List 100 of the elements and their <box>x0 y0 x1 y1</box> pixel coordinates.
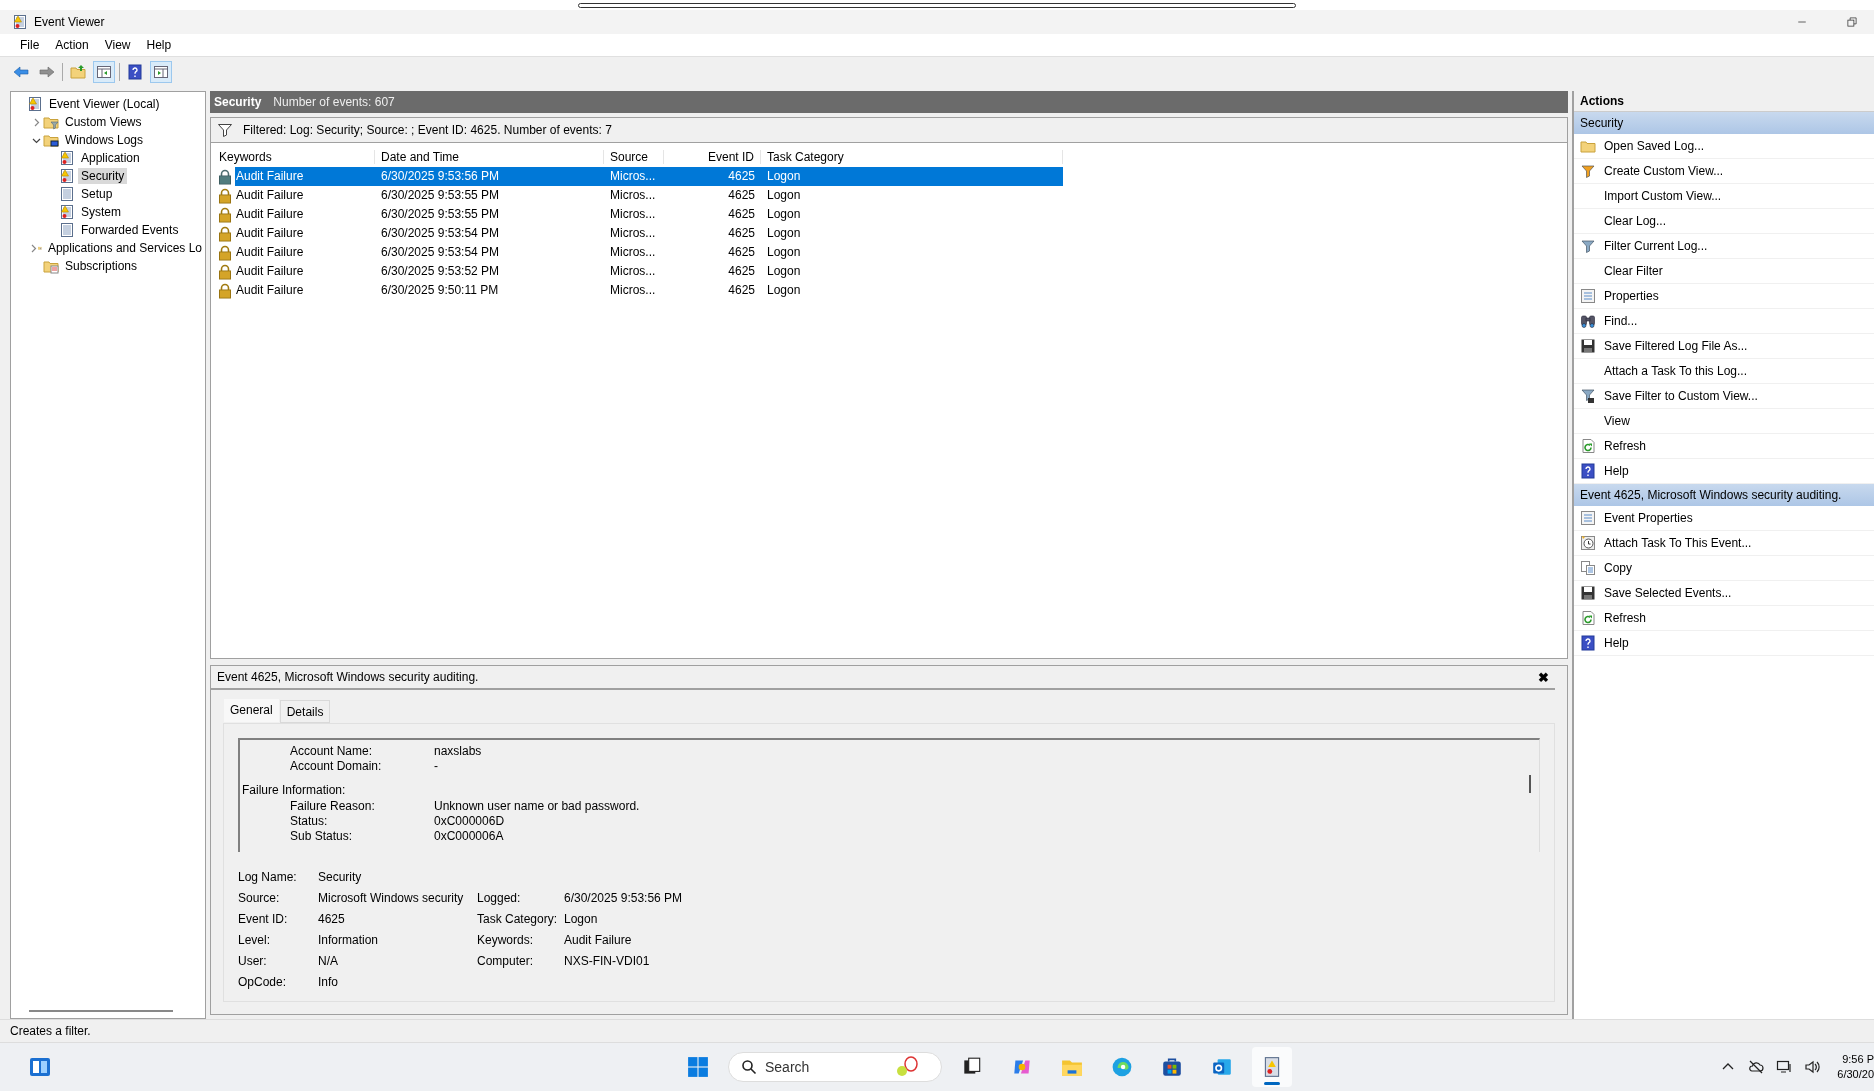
action-link[interactable]: Properties <box>1604 289 1659 303</box>
tree-item[interactable]: Custom Views <box>62 114 145 130</box>
table-cell-text: 4625 <box>727 244 756 261</box>
table-cell: 6/30/2025 9:53:56 PM <box>375 167 604 186</box>
field-label: Account Name: <box>290 743 374 758</box>
tab[interactable]: Details <box>279 700 331 723</box>
table-row[interactable]: Audit Failure 6/30/2025 9:53:55 PM Micros... 4625 Logon <box>213 186 1063 205</box>
field-label: OpCode: <box>238 975 288 990</box>
binoculars-icon <box>1580 313 1596 329</box>
bag-icon <box>1161 1056 1183 1078</box>
speaker-icon <box>1804 1059 1820 1075</box>
table-cell-text: 6/30/2025 9:50:11 PM <box>380 282 500 299</box>
table-row[interactable]: Audit Failure 6/30/2025 9:53:54 PM Micros... 4625 Logon <box>213 243 1063 262</box>
toolbar-button[interactable] <box>93 61 115 83</box>
action-link[interactable]: View <box>1604 414 1630 428</box>
action-link[interactable]: Find... <box>1604 314 1638 328</box>
table-row[interactable]: Audit Failure 6/30/2025 9:53:54 PM Micros... 4625 Logon <box>213 224 1063 243</box>
field-value: 4625 <box>318 912 346 927</box>
log-warning-icon <box>59 168 75 184</box>
drag-handle[interactable] <box>578 3 1296 8</box>
scrollbar-thumb[interactable] <box>29 1010 173 1012</box>
tree-item[interactable]: Subscriptions <box>62 258 141 274</box>
windows-logo-icon <box>687 1056 709 1078</box>
log-icon <box>59 186 75 202</box>
action-link[interactable]: Save Filtered Log File As... <box>1604 339 1748 353</box>
table-row[interactable]: Audit Failure 6/30/2025 9:53:56 PM Micros... 4625 Logon <box>213 167 1063 186</box>
table-cell-text: 6/30/2025 9:53:54 PM <box>380 225 501 242</box>
column-header[interactable]: Date and Time <box>375 150 604 164</box>
clock-time[interactable]: 9:56 P <box>1842 1052 1874 1067</box>
action-link[interactable]: Create Custom View... <box>1604 164 1724 178</box>
field-label: Account Domain: <box>290 758 383 773</box>
column-header[interactable]: Task Category <box>761 150 1063 164</box>
table-row[interactable]: Audit Failure 6/30/2025 9:50:11 PM Micros... 4625 Logon <box>213 281 1063 300</box>
table-cell-text: 6/30/2025 9:53:55 PM <box>380 187 501 204</box>
section-header[interactable]: Event 4625, Microsoft Windows security auditing. <box>1574 484 1874 506</box>
widgets-button[interactable] <box>28 1055 52 1079</box>
clock-date[interactable]: 6/30/20 <box>1837 1067 1874 1082</box>
action-link[interactable]: Import Custom View... <box>1604 189 1722 203</box>
log-warning-icon <box>59 150 75 166</box>
field-label: User: <box>238 954 268 969</box>
tree-item[interactable]: Applications and Services Lo <box>44 240 205 256</box>
field-label: Logged: <box>477 891 522 906</box>
table-cell-text: Audit Failure <box>235 282 305 299</box>
action-link[interactable]: Open Saved Log... <box>1604 139 1705 153</box>
table-row[interactable]: Audit Failure 6/30/2025 9:53:52 PM Micros... 4625 Logon <box>213 262 1063 281</box>
tab[interactable]: General <box>223 698 280 723</box>
tree-item[interactable]: Forwarded Events <box>78 222 182 238</box>
column-header[interactable]: Keywords <box>213 150 375 164</box>
pane-icon <box>96 64 112 80</box>
menu-item[interactable]: File <box>12 38 48 52</box>
menu-item[interactable]: Help <box>138 38 180 52</box>
tree-item[interactable]: System <box>78 204 124 220</box>
expand-chevron-icon[interactable] <box>29 243 38 253</box>
tree-item[interactable]: Security <box>78 168 128 184</box>
close-button[interactable]: ✖ <box>1538 669 1549 685</box>
field-label: Failure Reason: <box>290 798 376 813</box>
field-label: Keywords: <box>477 933 535 948</box>
action-link[interactable]: Save Selected Events... <box>1604 586 1732 600</box>
action-link[interactable]: Help <box>1604 464 1629 478</box>
widgets-icon <box>28 1055 52 1079</box>
action-link[interactable]: Clear Log... <box>1604 214 1667 228</box>
field-label: Sub Status: <box>290 828 354 843</box>
column-header[interactable]: Source <box>604 150 664 164</box>
action-link[interactable]: Copy <box>1604 561 1632 575</box>
table-cell-text: Micros... <box>609 263 657 280</box>
table-cell: Audit Failure <box>235 167 375 186</box>
action-link[interactable]: Refresh <box>1604 439 1647 453</box>
pane-icon <box>153 64 169 80</box>
action-link[interactable]: Help <box>1604 636 1629 650</box>
section-heading: Failure Information: <box>242 783 346 797</box>
table-cell: Micros... <box>604 167 664 186</box>
table-cell: 4625 <box>664 167 761 186</box>
action-link[interactable]: Refresh <box>1604 611 1647 625</box>
table-cell: Logon <box>761 167 1063 186</box>
tree-item[interactable]: Setup <box>78 186 116 202</box>
forward-arrow-icon <box>39 64 55 80</box>
menu-item[interactable]: View <box>96 38 139 52</box>
refresh-icon <box>1580 438 1596 454</box>
field-value: 0xC000006D <box>434 813 506 828</box>
action-link[interactable]: Event Properties <box>1604 511 1693 525</box>
search-field[interactable]: Search <box>728 1052 942 1082</box>
table-row[interactable]: Audit Failure 6/30/2025 9:53:55 PM Micros... 4625 Logon <box>213 205 1063 224</box>
event-text-box[interactable]: Account Name: naxslabs Account Domain: - Failure Information: Failure Reason: Unknown user name or bad password. Status: 0xC000006D Sub Status: 0xC000006A <box>238 738 1540 852</box>
window-title: Event Viewer <box>34 15 106 29</box>
table-cell-text: Audit Failure <box>235 225 305 242</box>
tree-item[interactable]: Windows Logs <box>62 132 147 148</box>
tree-item[interactable]: Event Viewer (Local) <box>46 96 163 112</box>
section-header[interactable]: Security <box>1574 112 1874 134</box>
toolbar-button[interactable] <box>150 61 172 83</box>
action-link[interactable]: Clear Filter <box>1604 264 1663 278</box>
action-link[interactable]: Save Filter to Custom View... <box>1604 389 1758 403</box>
tree-item[interactable]: Application <box>78 150 143 166</box>
table-cell-text: 4625 <box>727 206 756 223</box>
action-link[interactable]: Attach a Task To this Log... <box>1604 364 1747 378</box>
menu-item[interactable]: Action <box>47 38 97 52</box>
field-value: Information <box>318 933 380 948</box>
action-link[interactable]: Filter Current Log... <box>1604 239 1708 253</box>
scrollbar-thumb[interactable] <box>1529 775 1531 793</box>
action-link[interactable]: Attach Task To This Event... <box>1604 536 1752 550</box>
column-header[interactable]: Event ID <box>664 150 761 164</box>
